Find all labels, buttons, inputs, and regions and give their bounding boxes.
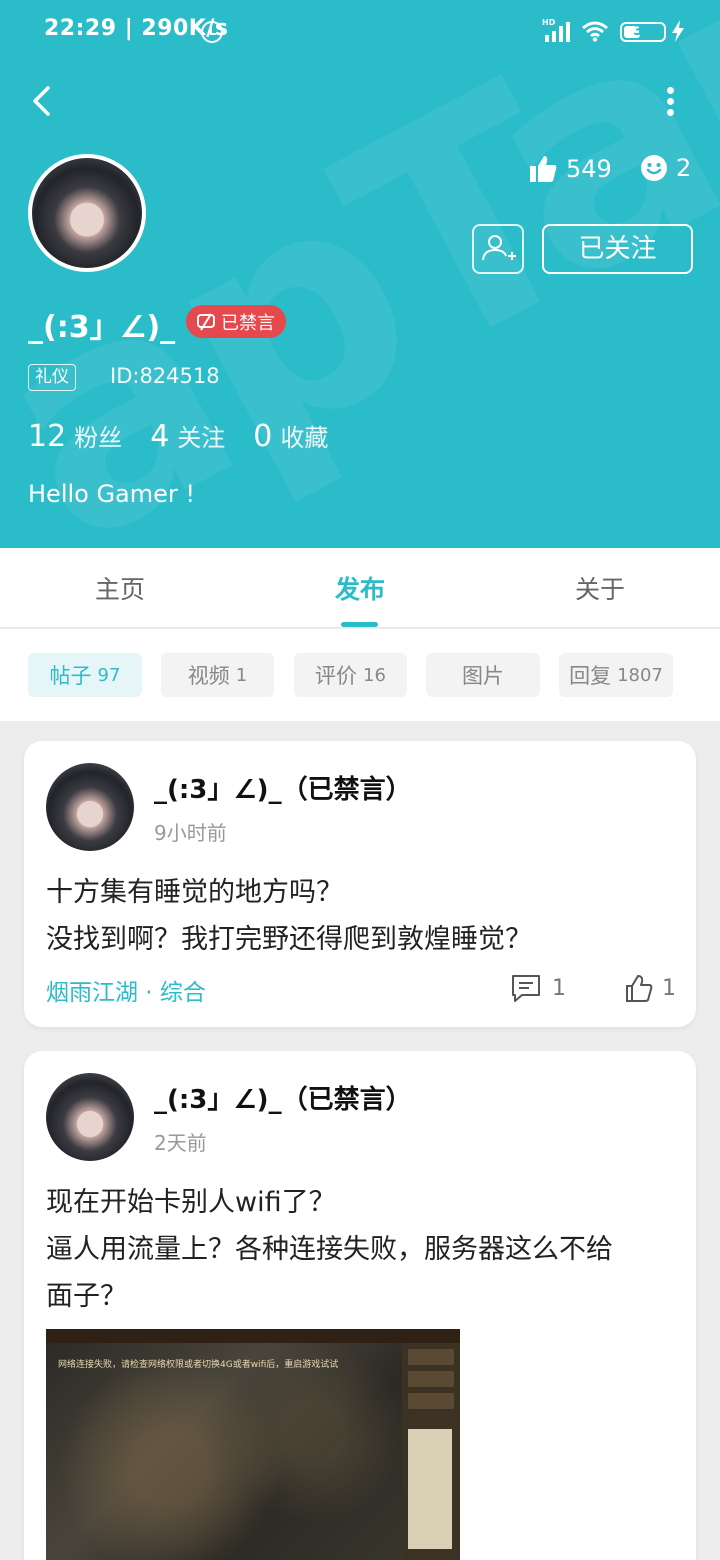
add-user-icon — [482, 235, 516, 261]
filter-posts[interactable]: 帖子 97 — [28, 653, 142, 697]
profile-tabs: 主页 发布 关于 — [0, 548, 720, 628]
status-bar: 22:29 | 290K/s HD 38 — [0, 0, 720, 64]
fans-link[interactable]: 12 粉丝 — [28, 418, 122, 454]
content-filter-bar: 帖子 97 视频 1 评价 16 图片 回复 1807 — [0, 629, 720, 721]
smiles-stat: 2 — [640, 154, 691, 182]
post-author-avatar[interactable] — [46, 1073, 134, 1161]
post-time: 9小时前 — [154, 821, 227, 845]
add-friend-button[interactable] — [472, 224, 524, 274]
favorites-link[interactable]: 0 收藏 — [253, 418, 328, 454]
post-author-name[interactable]: _(:3」∠)_（已禁言） — [154, 769, 412, 806]
like-count: 1 — [662, 975, 676, 1001]
game-network-notice: 网络连接失败，请检查网络权限或者切换4G或者wifi后，重启游戏试试 — [58, 1360, 339, 1370]
game-topbar — [46, 1329, 460, 1343]
filter-reviews[interactable]: 评价 16 — [294, 653, 407, 697]
avatar[interactable] — [28, 154, 146, 272]
banned-badge: 已禁言 — [186, 305, 286, 338]
likes-count: 549 — [566, 155, 612, 183]
tab-posts[interactable]: 发布 — [240, 570, 480, 606]
back-arrow-icon[interactable] — [26, 84, 60, 118]
post-content[interactable]: 现在开始卡别人wifi了？ 逼人用流量上？各种连接失败，服务器这么不给 面子？ — [46, 1179, 676, 1320]
comment-icon — [512, 975, 540, 1002]
tab-about[interactable]: 关于 — [480, 570, 720, 606]
thumbs-up-icon — [530, 156, 557, 182]
active-tab-indicator — [341, 622, 378, 627]
comment-button[interactable]: 1 — [510, 973, 566, 1003]
alarm-icon — [201, 21, 223, 43]
like-button[interactable]: 1 — [624, 973, 676, 1003]
filter-images[interactable]: 图片 — [426, 653, 540, 697]
profile-header: apTap 22:29 | 290K/s HD 38 549 2 已关注 _(:… — [0, 0, 720, 548]
signal-icon — [543, 20, 573, 42]
user-bio: Hello Gamer ! — [28, 480, 196, 508]
post-card[interactable]: _(:3」∠)_（已禁言） 2天前 现在开始卡别人wifi了？ 逼人用流量上？各… — [24, 1051, 696, 1560]
comment-count: 1 — [552, 975, 566, 1001]
banned-icon — [197, 312, 215, 331]
likes-stat: 549 — [528, 154, 612, 184]
post-author-avatar[interactable] — [46, 763, 134, 851]
filter-replies[interactable]: 回复 1807 — [559, 653, 673, 697]
game-text-panel — [408, 1429, 452, 1549]
thumbs-up-icon — [626, 975, 653, 1002]
username: _(:3」∠)_ — [28, 310, 176, 345]
smiles-count: 2 — [676, 154, 692, 182]
user-counts: 12 粉丝 4 关注 0 收藏 — [28, 418, 328, 454]
following-link[interactable]: 4 关注 — [150, 418, 225, 454]
wifi-icon — [582, 21, 608, 42]
filter-videos[interactable]: 视频 1 — [161, 653, 274, 697]
post-content[interactable]: 十方集有睡觉的地方吗？ 没找到啊？我打完野还得爬到敦煌睡觉？ — [46, 869, 676, 963]
charging-icon — [672, 20, 684, 42]
battery-icon: 38 — [620, 22, 666, 42]
header-watermark: apTap — [0, 0, 720, 548]
post-card[interactable]: _(:3」∠)_（已禁言） 9小时前 十方集有睡觉的地方吗？ 没找到啊？我打完野… — [24, 741, 696, 1027]
post-author-name[interactable]: _(:3」∠)_（已禁言） — [154, 1079, 412, 1116]
follow-button[interactable]: 已关注 — [542, 224, 693, 274]
user-tag[interactable]: 礼仪 — [28, 364, 76, 391]
battery-level: 38 — [633, 23, 653, 39]
post-time: 2天前 — [154, 1131, 207, 1155]
banned-label: 已禁言 — [221, 312, 275, 334]
user-id: ID:824518 — [110, 364, 220, 388]
smile-icon — [641, 155, 667, 181]
post-image[interactable]: 网络连接失败，请检查网络权限或者切换4G或者wifi后，重启游戏试试 — [46, 1329, 460, 1560]
tab-home[interactable]: 主页 — [0, 570, 240, 606]
game-scene — [46, 1343, 460, 1560]
more-vertical-icon[interactable] — [664, 84, 676, 120]
post-forum-link[interactable]: 烟雨江湖 · 综合 — [46, 973, 206, 1007]
